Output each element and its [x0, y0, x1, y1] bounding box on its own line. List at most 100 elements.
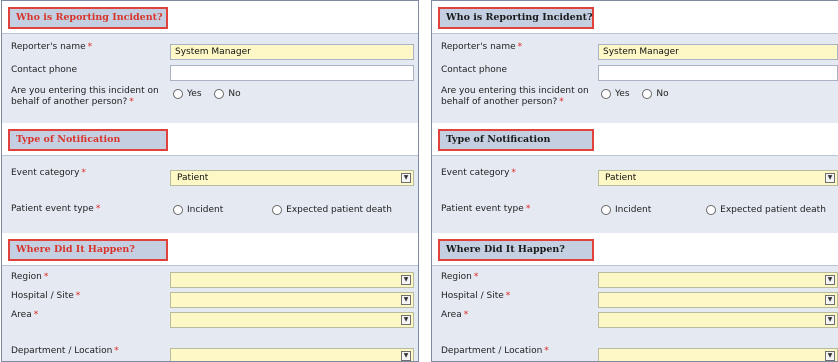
required-marker: * [473, 272, 479, 282]
expected-death-label: Expected patient death [286, 205, 392, 215]
reporter-section-header: Who is Reporting Incident? [2, 1, 418, 33]
expected-death-radio[interactable] [706, 205, 717, 215]
patient-event-type-label: Patient event type [11, 204, 94, 214]
event-category-select[interactable]: Patient ▼ [598, 170, 838, 186]
region-label: Region [11, 272, 42, 282]
location-section-header: Where Did It Happen? [2, 233, 418, 265]
reporter-name-row: Reporter's name * [11, 42, 92, 52]
required-marker: * [517, 42, 523, 52]
reporter-name-input[interactable]: System Manager [598, 44, 838, 60]
required-marker: * [87, 42, 93, 52]
department-location-label: Department / Location [441, 346, 543, 356]
required-marker: * [95, 204, 101, 214]
department-location-select[interactable]: ▼ [598, 348, 838, 361]
area-select[interactable]: ▼ [598, 312, 838, 328]
reporter-section-header: Who is Reporting Incident? [432, 1, 838, 33]
reporter-section-body: Reporter's name * System Manager Contact … [2, 33, 418, 124]
behalf-question-line1: Are you entering this incident on [11, 86, 159, 96]
required-marker: * [511, 168, 516, 178]
chevron-down-icon[interactable]: ▼ [825, 295, 835, 305]
reporter-name-label: Reporter's name [11, 42, 86, 52]
contact-phone-label: Contact phone [11, 65, 78, 75]
expected-death-radio[interactable] [272, 205, 283, 215]
patient-event-type-radio-group: Incident Expected patient death [601, 205, 826, 216]
event-category-row: Event category * [11, 168, 86, 178]
chevron-down-icon[interactable]: ▼ [401, 173, 411, 183]
behalf-yes-radio[interactable] [601, 89, 611, 99]
region-label: Region [441, 272, 472, 282]
reporter-name-row: Reporter's name * [441, 42, 522, 52]
required-marker: * [81, 168, 86, 178]
hospital-site-row: Hospital / Site * [441, 291, 510, 301]
notification-section-title: Type of Notification [438, 129, 594, 151]
chevron-down-icon[interactable]: ▼ [825, 351, 835, 361]
behalf-question-label: Are you entering this incident on behalf… [11, 86, 159, 108]
department-location-select[interactable]: ▼ [170, 348, 414, 361]
region-row: Region * [11, 272, 48, 282]
required-marker: * [505, 291, 511, 301]
behalf-no-label: No [228, 89, 241, 99]
contact-phone-input[interactable] [598, 65, 838, 81]
chevron-down-icon[interactable]: ▼ [401, 295, 411, 305]
chevron-down-icon[interactable]: ▼ [401, 315, 411, 325]
patient-event-type-row: Patient event type * [11, 204, 100, 214]
required-marker: * [129, 97, 134, 107]
reporter-section-body: Reporter's name * System Manager Contact … [432, 33, 838, 124]
notification-section-body: Event category * Patient ▼ Patient event … [432, 155, 838, 234]
event-category-row: Event category * [441, 168, 516, 178]
event-category-label: Event category [441, 168, 510, 178]
required-marker: * [33, 310, 39, 320]
required-marker: * [114, 346, 119, 356]
behalf-no-radio[interactable] [642, 89, 653, 99]
chevron-down-icon[interactable]: ▼ [401, 351, 411, 361]
required-marker: * [75, 291, 81, 301]
contact-phone-input[interactable] [170, 65, 414, 81]
area-row: Area * [11, 310, 38, 320]
required-marker: * [559, 97, 564, 107]
chevron-down-icon[interactable]: ▼ [825, 275, 835, 285]
area-label: Area [441, 310, 462, 320]
incident-form-panel-left: Who is Reporting Incident? Reporter's na… [1, 0, 419, 362]
incident-radio[interactable] [601, 205, 611, 215]
event-category-select[interactable]: Patient ▼ [170, 170, 414, 186]
area-label: Area [11, 310, 32, 320]
chevron-down-icon[interactable]: ▼ [825, 173, 835, 183]
behalf-no-radio[interactable] [214, 89, 225, 99]
chevron-down-icon[interactable]: ▼ [401, 275, 411, 285]
hospital-site-select[interactable]: ▼ [170, 292, 414, 308]
reporter-name-input[interactable]: System Manager [170, 44, 414, 60]
event-category-label: Event category [11, 168, 80, 178]
hospital-site-row: Hospital / Site * [11, 291, 80, 301]
contact-phone-row: Contact phone [441, 65, 507, 75]
location-section-title: Where Did It Happen? [8, 239, 168, 261]
behalf-question-label: Are you entering this incident on behalf… [441, 86, 589, 108]
region-select[interactable]: ▼ [170, 272, 414, 288]
region-row: Region * [441, 272, 478, 282]
behalf-radio-group: Yes No [601, 89, 669, 100]
behalf-question-line2: behalf of another person? [11, 97, 128, 107]
required-marker: * [544, 346, 549, 356]
behalf-question-line2: behalf of another person? [441, 97, 558, 107]
notification-section-header: Type of Notification [2, 123, 418, 155]
hospital-site-select[interactable]: ▼ [598, 292, 838, 308]
behalf-question-line1: Are you entering this incident on [441, 86, 589, 96]
location-section-title: Where Did It Happen? [438, 239, 594, 261]
notification-section-title: Type of Notification [8, 129, 168, 151]
notification-section-header: Type of Notification [432, 123, 838, 155]
required-marker: * [525, 204, 531, 214]
department-location-row: Department / Location * [441, 346, 549, 356]
reporter-section-title: Who is Reporting Incident? [438, 7, 594, 29]
area-select[interactable]: ▼ [170, 312, 414, 328]
patient-event-type-label: Patient event type [441, 204, 524, 214]
expected-death-label: Expected patient death [720, 205, 826, 215]
behalf-yes-radio[interactable] [173, 89, 183, 99]
notification-section-body: Event category * Patient ▼ Patient event … [2, 155, 418, 234]
incident-form-panel-right: Who is Reporting Incident? Reporter's na… [431, 0, 838, 362]
patient-event-type-radio-group: Incident Expected patient death [173, 205, 392, 216]
location-section-body: Region * ▼ Hospital / Site * ▼ Area * ▼ Dep… [432, 265, 838, 361]
incident-radio[interactable] [173, 205, 183, 215]
behalf-yes-label: Yes [187, 89, 202, 99]
region-select[interactable]: ▼ [598, 272, 838, 288]
behalf-radio-group: Yes No [173, 89, 241, 100]
chevron-down-icon[interactable]: ▼ [825, 315, 835, 325]
